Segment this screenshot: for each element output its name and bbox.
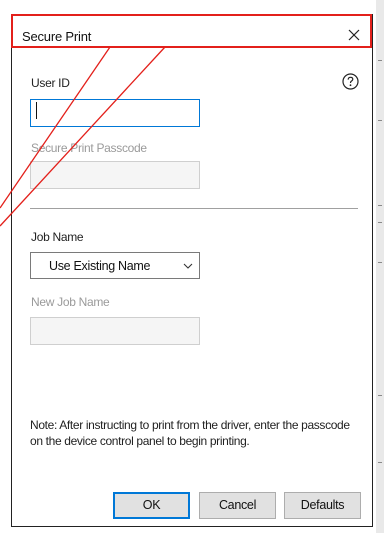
job-name-label: Job Name	[31, 230, 84, 244]
background-tick	[378, 395, 382, 396]
cancel-button[interactable]: Cancel	[199, 492, 276, 519]
passcode-label: Secure Print Passcode	[31, 141, 147, 155]
background-tick	[378, 120, 382, 121]
user-id-input[interactable]	[30, 99, 200, 127]
new-job-name-label: New Job Name	[31, 295, 110, 309]
dialog-titlebar[interactable]: Secure Print	[12, 15, 372, 49]
new-job-name-input[interactable]	[30, 317, 200, 345]
screenshot-stage: Secure Print User ID Secure Print Passco…	[0, 0, 384, 533]
defaults-button[interactable]: Defaults	[284, 492, 361, 519]
instruction-note: Note: After instructing to print from th…	[30, 418, 350, 448]
passcode-input[interactable]	[30, 161, 200, 189]
background-tick	[378, 462, 382, 463]
background-window-edge	[376, 0, 384, 533]
job-name-select[interactable]: Use Existing Name	[30, 252, 200, 279]
chevron-down-icon	[183, 263, 193, 269]
close-icon	[348, 29, 360, 41]
help-icon	[342, 73, 359, 90]
background-tick	[378, 222, 382, 223]
background-tick	[378, 262, 382, 263]
help-button[interactable]	[342, 73, 359, 90]
background-tick	[378, 205, 382, 206]
ok-button[interactable]: OK	[113, 492, 190, 519]
close-button[interactable]	[342, 23, 366, 47]
text-caret	[36, 102, 37, 119]
user-id-label: User ID	[31, 76, 70, 90]
job-name-selected-value: Use Existing Name	[49, 259, 151, 273]
dialog-title: Secure Print	[22, 29, 92, 44]
background-tick	[378, 60, 382, 61]
section-divider	[30, 208, 358, 209]
